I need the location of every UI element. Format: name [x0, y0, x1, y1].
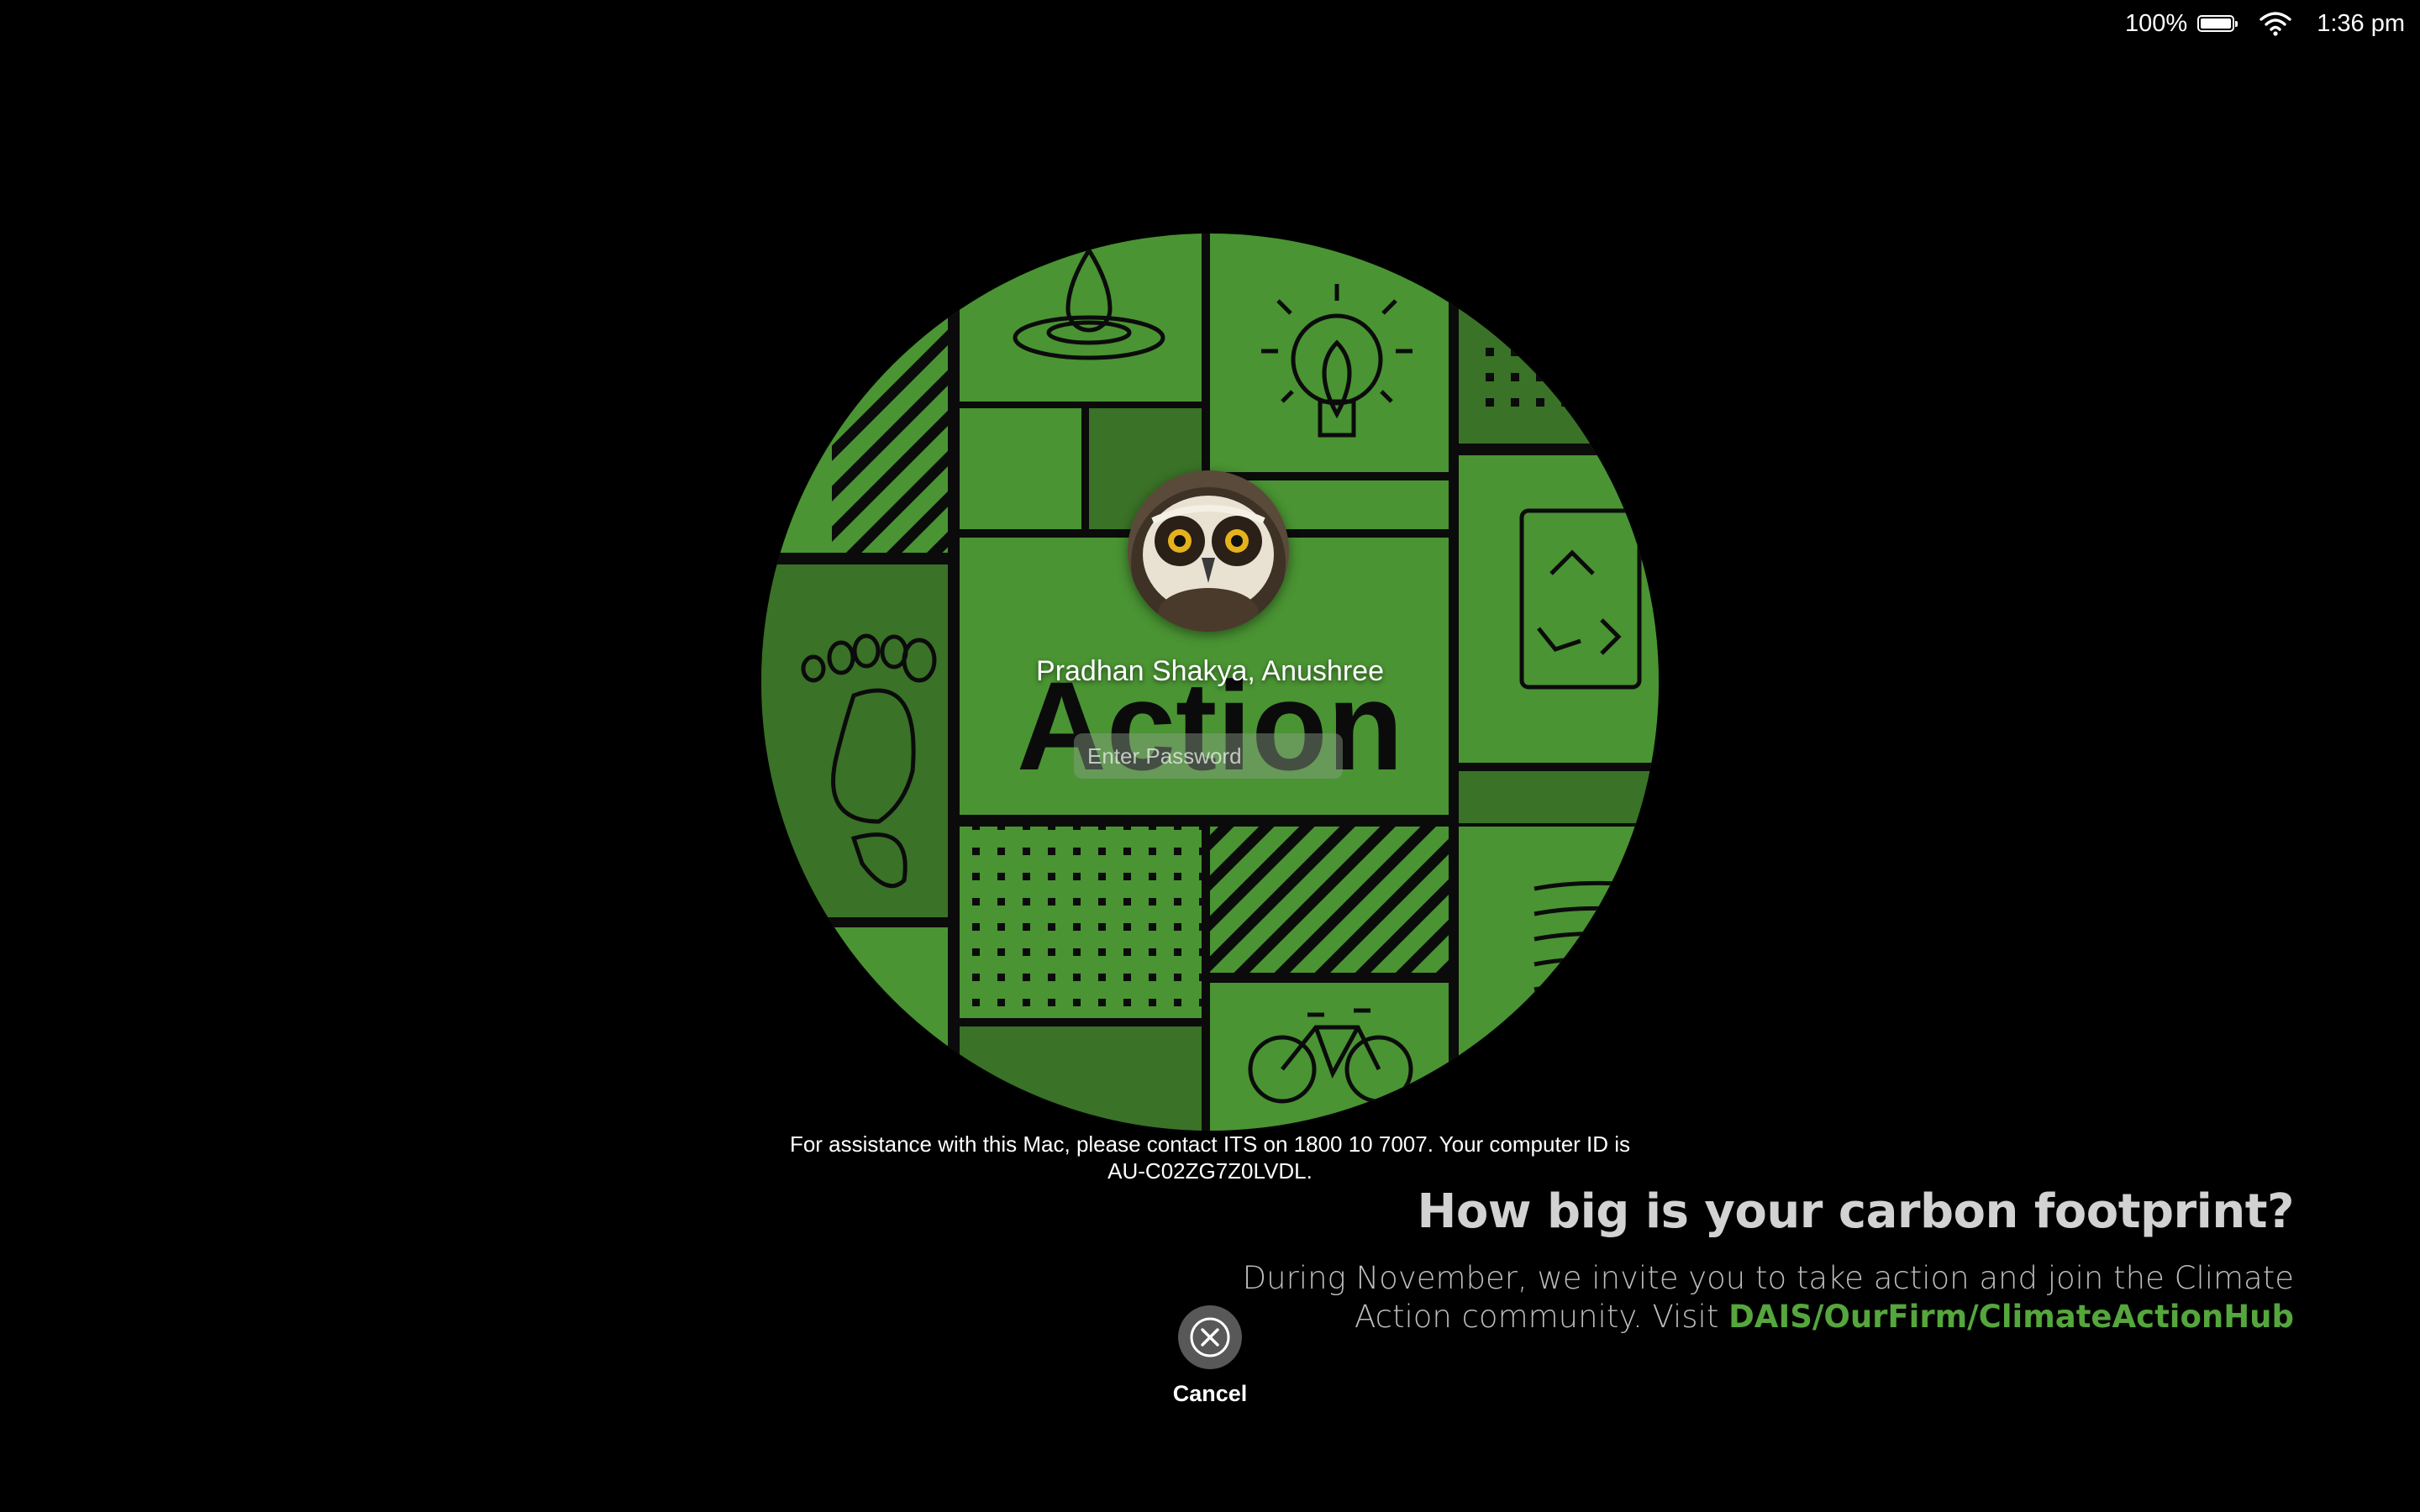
- battery-icon: [2197, 15, 2238, 32]
- clock[interactable]: 1:36 pm: [2317, 10, 2405, 38]
- promo-title: How big is your carbon footprint?: [1417, 1184, 2294, 1239]
- owl-avatar-icon: [1128, 470, 1289, 632]
- wallpaper-climate-text: Climate: [1017, 234, 1403, 260]
- promo-body-line-2: Action community. Visit DAIS/OurFirm/Cli…: [1202, 1298, 2294, 1336]
- promo-body-line-2-text: Action community. Visit: [1354, 1299, 1729, 1335]
- user-name: Pradhan Shakya, Anushree: [1036, 655, 1384, 687]
- clock-time: 1:36 pm: [2317, 9, 2405, 37]
- wifi-icon: [2260, 12, 2291, 36]
- promo-link[interactable]: DAIS/OurFirm/ClimateActionHub: [1728, 1299, 2294, 1335]
- password-field[interactable]: [1074, 733, 1343, 779]
- promo-body: During November, we invite you to take a…: [1202, 1259, 2294, 1336]
- battery-percent: 100%: [2125, 9, 2188, 37]
- menu-bar: 100% 1:36 pm: [2125, 7, 2405, 40]
- promo-body-line-1: During November, we invite you to take a…: [1242, 1260, 2294, 1296]
- assistance-line-2: AU-C02ZG7Z0LVDL.: [1107, 1158, 1313, 1184]
- user-avatar[interactable]: [1128, 470, 1289, 632]
- wifi-status[interactable]: [2260, 11, 2291, 36]
- promo-message: How big is your carbon footprint? During…: [1202, 1184, 2295, 1336]
- battery-status[interactable]: 100%: [2125, 9, 2238, 38]
- cancel-label: Cancel: [1172, 1381, 1248, 1406]
- assistance-line-1: For assistance with this Mac, please con…: [789, 1131, 1631, 1157]
- assistance-message: For assistance with this Mac, please con…: [739, 1131, 1681, 1184]
